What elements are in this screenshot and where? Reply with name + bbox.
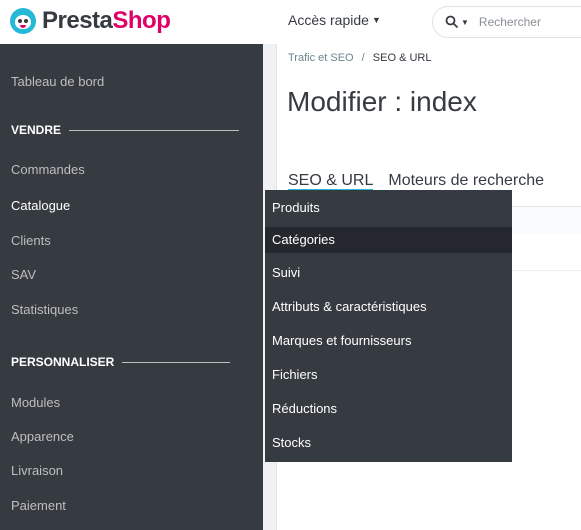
section-divider — [122, 361, 231, 363]
breadcrumb-parent-link[interactable]: Trafic et SEO — [288, 52, 354, 64]
sidebar-item-apparence[interactable]: Apparence — [0, 427, 263, 447]
sidebar-item-paiement[interactable]: Paiement — [0, 496, 263, 516]
sidebar-item-statistiques[interactable]: Statistiques — [0, 300, 263, 320]
tab-seo-url[interactable]: SEO & URL — [288, 172, 374, 191]
breadcrumb: Trafic et SEO / SEO & URL — [288, 52, 431, 64]
top-header: PrestaShop Accès rapide ▼ ▼ Rechercher — [0, 0, 581, 44]
sidebar-item-livraison[interactable]: Livraison — [0, 461, 263, 481]
prestashop-logo[interactable]: PrestaShop — [10, 6, 171, 36]
logo-text: PrestaShop — [42, 7, 171, 35]
submenu-item-produits[interactable]: Produits — [265, 195, 512, 221]
quick-access-label: Accès rapide — [288, 12, 369, 28]
submenu-item-suivi[interactable]: Suivi — [265, 260, 512, 286]
submenu-item-attributs[interactable]: Attributs & caractéristiques — [265, 294, 512, 320]
panel-divider — [512, 270, 581, 271]
sidebar-section-title: VENDRE — [11, 123, 62, 137]
logo-text-presta: Presta — [42, 7, 113, 34]
submenu-item-fichiers[interactable]: Fichiers — [265, 362, 512, 388]
sidebar-section-vendre: VENDRE — [11, 122, 240, 138]
section-divider — [69, 129, 240, 131]
sidebar-section-personnaliser: PERSONNALISER — [11, 354, 231, 370]
sidebar-item-commandes[interactable]: Commandes — [0, 160, 263, 180]
search-placeholder: Rechercher — [478, 15, 541, 29]
submenu-item-stocks[interactable]: Stocks — [265, 430, 512, 456]
page-title: Modifier : index — [287, 86, 477, 117]
search-input[interactable]: ▼ Rechercher — [432, 6, 581, 38]
submenu-item-reductions[interactable]: Réductions — [265, 396, 512, 422]
logo-text-shop: Shop — [112, 7, 171, 34]
quick-access-dropdown[interactable]: Accès rapide ▼ — [288, 12, 381, 28]
submenu-item-categories[interactable]: Catégories — [265, 227, 512, 253]
sidebar-item-dashboard[interactable]: Tableau de bord — [0, 72, 263, 92]
submenu-item-marques[interactable]: Marques et fournisseurs — [265, 328, 512, 354]
tab-bar: SEO & URL Moteurs de recherche — [288, 172, 559, 191]
puffin-logo-icon — [10, 8, 36, 34]
sidebar-item-clients[interactable]: Clients — [0, 231, 263, 251]
sidebar-nav — [0, 44, 263, 530]
panel-header — [512, 207, 581, 233]
breadcrumb-current[interactable]: SEO & URL — [373, 52, 432, 64]
caret-down-icon: ▼ — [371, 15, 381, 25]
submenu-pointer-arrow — [242, 196, 255, 222]
sidebar-section-title: PERSONNALISER — [11, 355, 115, 369]
tab-search-engines[interactable]: Moteurs de recherche — [388, 172, 544, 189]
search-caret-down-icon[interactable]: ▼ — [461, 18, 469, 27]
search-icon[interactable] — [445, 15, 459, 29]
sidebar-item-catalogue[interactable]: Catalogue — [0, 196, 263, 216]
sidebar-item-modules[interactable]: Modules — [0, 393, 263, 413]
sidebar-item-sav[interactable]: SAV — [0, 265, 263, 285]
breadcrumb-separator: / — [361, 52, 365, 64]
catalogue-submenu: Produits Catégories Suivi Attributs & ca… — [265, 190, 512, 462]
